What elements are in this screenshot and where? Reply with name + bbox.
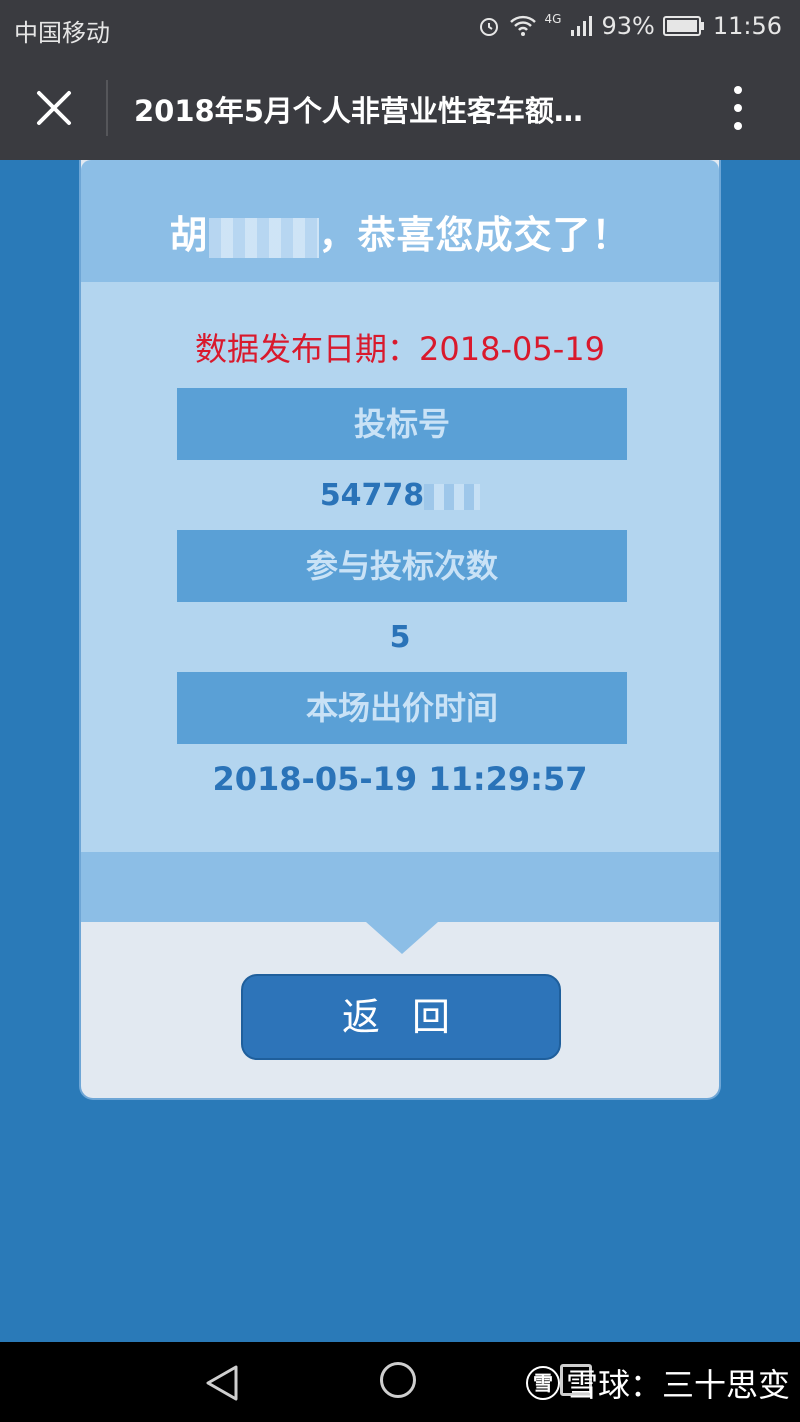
watermark-text: 雪球：三十思变 [565,1366,790,1404]
title-divider [106,80,108,136]
result-card: 胡 ，恭喜您成交了！ 数据发布日期：2018-05-19 投标号 54778 参与… [79,160,721,1100]
nav-back-icon[interactable] [204,1364,240,1402]
bid-number-row: 54778 [81,478,719,513]
congrats-message: ，恭喜您成交了！ [318,213,631,257]
winner-surname: 胡 [169,213,209,257]
battery-icon [662,16,704,36]
system-nav-bar: 雪 雪球：三十思变 [0,1342,800,1422]
battery-percent: 93% [601,12,655,40]
more-dot-icon [734,104,742,112]
more-dot-icon [734,86,742,94]
card-header: 胡 ，恭喜您成交了！ [81,160,719,282]
congrats-heading: 胡 ，恭喜您成交了！ [81,204,719,259]
page-title: 2018年5月个人非营业性客车额… [134,94,583,128]
bid-time-value: 2018-05-19 11:29:57 [212,760,588,798]
bid-count-label: 参与投标次数 [177,530,627,602]
signal-icon [571,16,593,36]
close-button[interactable] [28,82,80,134]
bid-time-label: 本场出价时间 [177,672,627,744]
network-type-label: 4G [544,12,562,26]
more-options-button[interactable] [716,82,760,134]
clock: 11:56 [712,12,782,40]
status-icons: 4G 93% 11:56 [477,12,782,40]
watermark: 雪 雪球：三十思变 [525,1360,790,1406]
alarm-icon [479,18,498,36]
carrier-label: 中国移动 [14,19,110,47]
status-bar: 中国移动 4G 93% 11:56 [0,0,800,56]
more-dot-icon [734,122,742,130]
xueqiu-logo-icon: 雪 [525,1366,560,1400]
close-icon [37,91,71,125]
bid-number-mask [424,483,481,510]
bid-count-value: 5 [389,620,411,655]
nav-home-icon[interactable] [380,1362,416,1398]
publish-date-label: 数据发布日期： [195,330,420,368]
pointer-arrow [366,922,438,954]
wifi-icon [509,15,536,36]
card-footer-band [81,852,719,922]
publish-date-value: 2018-05-19 [419,330,605,368]
name-mask [208,217,319,258]
publish-date: 数据发布日期：2018-05-19 [81,324,719,370]
bid-number-value: 54778 [319,478,425,513]
card-body: 数据发布日期：2018-05-19 投标号 54778 参与投标次数 5 本场出… [81,282,719,852]
back-button[interactable]: 返 回 [241,974,561,1060]
bid-number-label: 投标号 [177,388,627,460]
title-bar: 2018年5月个人非营业性客车额… [0,56,800,160]
